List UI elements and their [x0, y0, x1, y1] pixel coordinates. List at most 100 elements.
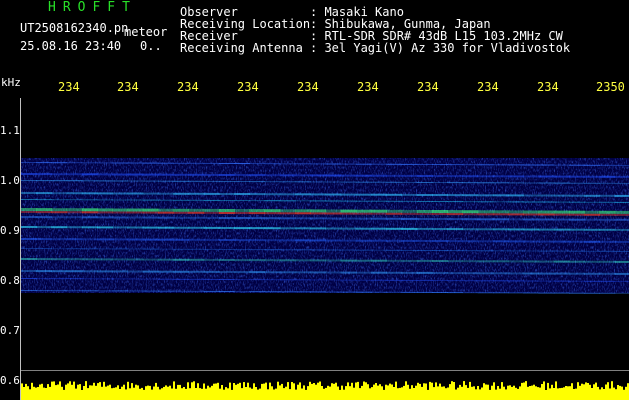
noise-bar	[573, 389, 575, 400]
noise-bar	[121, 386, 123, 400]
spectral-line-segment	[493, 213, 509, 216]
noise-bar	[553, 388, 555, 400]
spectral-line-segment	[477, 260, 494, 263]
noise-bar	[567, 386, 569, 400]
spectral-line-segment	[599, 210, 616, 214]
spectral-line-segment	[325, 259, 342, 262]
spectral-line-segment	[614, 218, 629, 221]
noise-bar	[361, 385, 363, 400]
spectral-line-segment	[584, 228, 600, 231]
spectral-line-segment	[477, 213, 494, 216]
spectral-line-segment	[477, 194, 494, 197]
spectral-line-segment	[462, 240, 479, 243]
spectral-line-segment	[97, 258, 113, 261]
spectral-line-segment	[203, 290, 220, 292]
spectral-line-segment	[97, 216, 113, 219]
spectral-line-segment	[97, 278, 113, 280]
spectral-line-segment	[371, 239, 387, 242]
spectral-line-segment	[447, 182, 463, 184]
spectral-line-segment	[553, 228, 570, 231]
noise-bar	[163, 386, 165, 400]
noise-bar	[417, 382, 419, 400]
spectral-line-segment	[279, 239, 296, 242]
noise-bar	[515, 387, 517, 400]
spectral-line-segment	[477, 218, 494, 221]
spectral-line-segment	[264, 259, 281, 262]
spectral-line-segment	[51, 173, 68, 176]
noise-bar	[437, 386, 439, 400]
noise-bar	[309, 381, 311, 400]
spectral-line-segment	[386, 239, 403, 242]
spectral-line-segment	[21, 192, 37, 194]
spectral-line-segment	[508, 164, 524, 166]
noise-bar	[161, 388, 163, 400]
spectral-line-segment	[218, 200, 235, 201]
noise-bar	[21, 383, 23, 400]
spectral-line-segment	[97, 226, 113, 229]
spectral-line-segment	[127, 211, 144, 214]
spectral-line-segment	[493, 240, 509, 243]
noise-bar	[403, 385, 405, 400]
spectral-line-segment	[66, 258, 83, 261]
spectral-line-segment	[310, 193, 326, 196]
spectral-line-segment	[493, 201, 509, 203]
spectral-line-segment	[51, 238, 68, 241]
spectral-line-segment	[462, 210, 479, 214]
spectral-line-segment	[538, 240, 555, 243]
spectral-line-segment	[279, 259, 296, 262]
noise-bar	[559, 388, 561, 400]
noise-bar	[223, 389, 225, 400]
spectral-line-segment	[462, 250, 479, 252]
noise-bar	[401, 387, 403, 400]
spectral-line-segment	[142, 270, 159, 273]
noise-bar	[443, 386, 445, 400]
spectral-line-segment	[218, 291, 235, 292]
spectral-line-segment	[188, 238, 205, 241]
spectral-line-segment	[218, 217, 235, 219]
spectral-line-segment	[112, 192, 128, 195]
spectral-line-segment	[234, 239, 250, 242]
spectral-line-segment	[295, 271, 311, 274]
spectral-line-segment	[66, 278, 83, 280]
spectral-line-segment	[447, 292, 463, 294]
spectral-line-segment	[279, 227, 296, 230]
spectral-line-segment	[447, 213, 463, 216]
spectral-line-segment	[462, 175, 479, 178]
spectral-line-segment	[21, 199, 37, 200]
spectral-line-segment	[173, 278, 189, 280]
spectral-line-segment	[249, 200, 266, 202]
spectral-line-segment	[371, 181, 387, 183]
spectral-line-segment	[447, 210, 463, 214]
noise-bar	[541, 384, 543, 400]
noise-bar	[231, 389, 233, 400]
spectral-line-segment	[173, 258, 189, 261]
noise-bar	[205, 388, 207, 400]
spectral-line-segment	[21, 180, 37, 181]
spectral-line-segment	[127, 258, 144, 261]
noise-bar	[291, 382, 293, 400]
spectral-line-segment	[614, 228, 629, 231]
spectral-line-segment	[523, 213, 540, 216]
spectral-line-segment	[401, 163, 418, 165]
noise-bar	[35, 387, 37, 400]
noise-bar	[299, 382, 301, 400]
spectral-line-segment	[508, 194, 524, 197]
noise-bar	[501, 382, 503, 400]
spectral-line-segment	[66, 211, 83, 214]
noise-bar	[209, 387, 211, 400]
spectral-line-segment	[462, 213, 479, 216]
spectral-line-segment	[569, 240, 585, 243]
spectral-line-segment	[81, 199, 98, 201]
spectral-line-segment	[295, 163, 311, 165]
spectral-line-segment	[36, 238, 52, 241]
spectral-line-segment	[599, 194, 616, 197]
spectral-line-segment	[538, 182, 555, 184]
noise-bar	[257, 389, 259, 400]
spectral-line-segment	[340, 193, 357, 196]
spectral-line-segment	[614, 175, 629, 178]
spectral-line-segment	[158, 258, 174, 261]
spectral-line-segment	[416, 201, 433, 202]
spectral-line-segment	[416, 249, 433, 251]
spectral-line-segment	[416, 227, 433, 230]
noise-bar	[283, 388, 285, 400]
